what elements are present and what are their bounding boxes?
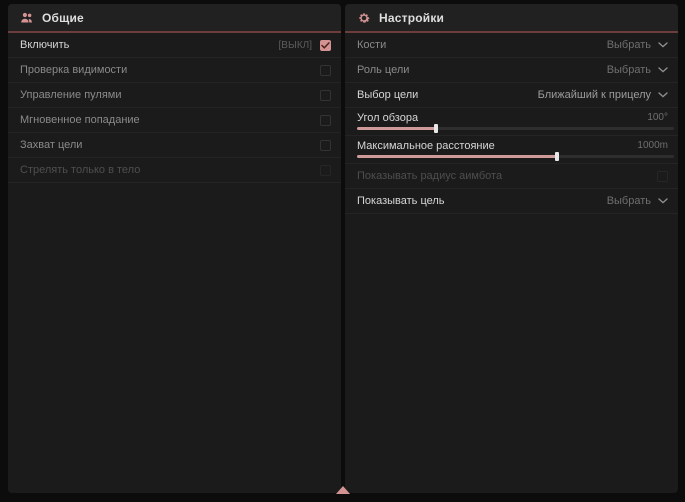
checkbox[interactable] (320, 140, 331, 151)
dropdown[interactable]: Выбрать (607, 195, 668, 207)
row-control: Выбрать (607, 64, 668, 76)
dropdown-value: Выбрать (607, 195, 651, 207)
checkbox[interactable] (320, 165, 331, 176)
scroll-up-indicator[interactable] (336, 486, 350, 494)
row-control (320, 115, 331, 126)
menu-row: Мгновенное попадание (8, 108, 341, 133)
menu-row: Максимальное расстояние 1000m (345, 136, 678, 164)
slider-fill (357, 127, 436, 130)
menu-row: Выбор цели Ближайший к прицелу (345, 83, 678, 108)
row-label: Включить (20, 39, 69, 51)
slider-track[interactable] (357, 127, 674, 130)
menu-row: Угол обзора 100° (345, 108, 678, 136)
menu-row: Кости Выбрать (345, 33, 678, 58)
row-control (657, 171, 668, 182)
users-icon (20, 11, 34, 25)
panel-title: Настройки (379, 11, 444, 25)
hotkey-state-label: [ВЫКЛ] (279, 40, 312, 51)
gear-icon (357, 11, 371, 25)
row-control: Выбрать (607, 39, 668, 51)
checkbox[interactable] (320, 115, 331, 126)
slider-thumb[interactable] (434, 124, 438, 133)
row-label: Стрелять только в тело (20, 164, 140, 176)
chevron-down-icon (658, 42, 668, 48)
dropdown[interactable]: Выбрать (607, 39, 668, 51)
slider-value: 1000m (637, 140, 668, 151)
row-control (320, 65, 331, 76)
checkbox[interactable] (320, 90, 331, 101)
row-label: Максимальное расстояние (357, 140, 495, 152)
menu-row: Захват цели (8, 133, 341, 158)
menu-row: Роль цели Выбрать (345, 58, 678, 83)
panel-header-general: Общие (8, 4, 341, 31)
slider-fill (357, 155, 557, 158)
row-label: Выбор цели (357, 89, 418, 101)
row-label: Захват цели (20, 139, 82, 151)
mod-menu-screen: Общие Включить [ВЫКЛ] Проверка видимости Упр… (0, 0, 685, 502)
row-control (320, 165, 331, 176)
panel-settings: Настройки Кости Выбрать Роль цели Выбрать Выб… (345, 4, 678, 493)
slider-thumb[interactable] (555, 152, 559, 161)
row-control: [ВЫКЛ] (279, 40, 331, 51)
menu-row: Управление пулями (8, 83, 341, 108)
dropdown[interactable]: Ближайший к прицелу (538, 89, 668, 101)
panel-header-settings: Настройки (345, 4, 678, 31)
panel-title: Общие (42, 11, 84, 25)
row-label: Показывать радиус аимбота (357, 170, 502, 182)
check-icon (321, 36, 330, 54)
dropdown[interactable]: Выбрать (607, 64, 668, 76)
row-control: Ближайший к прицелу (538, 89, 668, 101)
chevron-down-icon (658, 198, 668, 204)
row-label: Показывать цель (357, 195, 445, 207)
panel-general: Общие Включить [ВЫКЛ] Проверка видимости Упр… (8, 4, 341, 493)
chevron-down-icon (658, 67, 668, 73)
row-label: Мгновенное попадание (20, 114, 140, 126)
row-control: Выбрать (607, 195, 668, 207)
slider-value: 100° (647, 112, 668, 123)
row-label: Роль цели (357, 64, 409, 76)
menu-row: Показывать цель Выбрать (345, 189, 678, 214)
row-label: Проверка видимости (20, 64, 127, 76)
rows-settings: Кости Выбрать Роль цели Выбрать Выбор цели Бл… (345, 33, 678, 214)
checkbox[interactable] (320, 65, 331, 76)
checkbox[interactable] (320, 40, 331, 51)
menu-row: Проверка видимости (8, 58, 341, 83)
chevron-down-icon (658, 92, 668, 98)
slider-label-line: Максимальное расстояние 1000m (357, 140, 674, 152)
menu-row: Включить [ВЫКЛ] (8, 33, 341, 58)
slider-track[interactable] (357, 155, 674, 158)
dropdown-value: Ближайший к прицелу (538, 89, 651, 101)
row-control (320, 140, 331, 151)
checkbox[interactable] (657, 171, 668, 182)
dropdown-value: Выбрать (607, 39, 651, 51)
rows-general: Включить [ВЫКЛ] Проверка видимости Управлен… (8, 33, 341, 183)
row-control (320, 90, 331, 101)
row-label: Управление пулями (20, 89, 122, 101)
row-label: Кости (357, 39, 386, 51)
dropdown-value: Выбрать (607, 64, 651, 76)
slider-label-line: Угол обзора 100° (357, 112, 674, 124)
menu-row: Стрелять только в тело (8, 158, 341, 183)
menu-row: Показывать радиус аимбота (345, 164, 678, 189)
row-label: Угол обзора (357, 112, 418, 124)
